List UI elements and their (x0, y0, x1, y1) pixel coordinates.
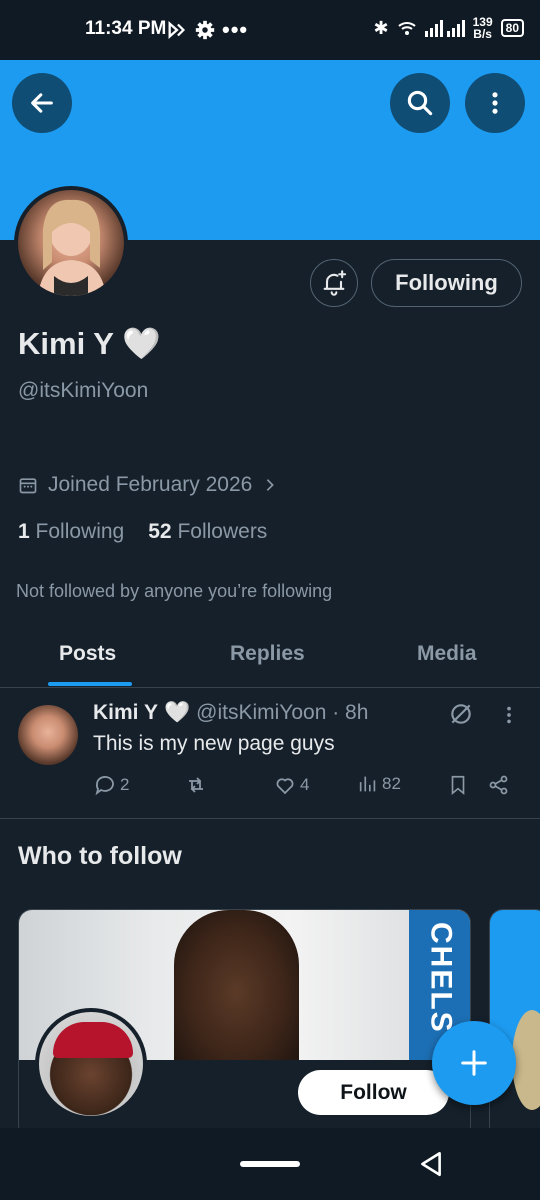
following-count: 1 (18, 520, 30, 543)
follow-counts: 1 Following 52 Followers (18, 520, 267, 544)
search-icon (407, 90, 433, 116)
post-actions: 2 4 82 (93, 773, 523, 801)
profile-avatar[interactable] (14, 186, 128, 300)
battery-indicator: 80 (500, 19, 524, 37)
status-bar: 11:34 PM ••• ✱ 139 B/s 80 (0, 0, 540, 60)
reply-icon (95, 776, 114, 796)
compose-post-button[interactable] (432, 1021, 516, 1105)
reply-button[interactable]: 2 (93, 773, 129, 797)
wifi-icon (397, 22, 416, 35)
share-icon (489, 775, 508, 795)
bell-plus-icon (323, 270, 347, 296)
heart-badge-icon: 🤍 (121, 326, 161, 361)
display-name-text: Kimi Y (18, 326, 114, 361)
post-author-name[interactable]: Kimi Y (93, 701, 158, 725)
suggestion-avatar[interactable] (35, 1008, 147, 1120)
profile-handle: @itsKimiYoon (18, 379, 149, 402)
share-button[interactable] (487, 773, 511, 797)
more-options-button[interactable] (465, 73, 525, 133)
analytics-icon (359, 776, 376, 792)
plus-icon (461, 1050, 487, 1076)
mutual-followers-note: Not followed by anyone you’re following (16, 581, 333, 601)
post-header: Kimi Y 🤍 @itsKimiYoon · 8h (93, 701, 368, 725)
settings-gear-icon (195, 20, 215, 40)
more-vertical-icon (492, 92, 498, 114)
display-name: Kimi Y 🤍 (18, 325, 161, 362)
post-author-avatar[interactable] (18, 705, 78, 765)
cast-icon (168, 21, 186, 39)
followers-count-link[interactable]: 52 Followers (148, 520, 267, 544)
following-label: Following (35, 520, 125, 543)
views-button[interactable]: 82 (357, 773, 401, 795)
search-button[interactable] (390, 73, 450, 133)
notifications-toggle-button[interactable] (310, 259, 358, 307)
following-count-link[interactable]: 1 Following (18, 520, 124, 544)
tab-posts[interactable]: Posts (59, 642, 116, 666)
grok-icon[interactable] (448, 701, 474, 727)
joined-date[interactable]: Joined February 2026 (18, 473, 278, 497)
profile-tabs: Posts Replies Media (0, 630, 540, 688)
post-handle-time: @itsKimiYoon · 8h (196, 701, 369, 724)
avatar-photo (38, 199, 106, 296)
bluetooth-icon: ✱ (373, 17, 389, 38)
system-icons: ✱ 139 B/s 80 (374, 16, 524, 40)
back-button[interactable] (12, 73, 72, 133)
followers-label: Followers (177, 520, 268, 543)
follow-button[interactable]: Follow (298, 1070, 449, 1115)
bookmark-button[interactable] (447, 773, 469, 797)
system-back-icon[interactable] (418, 1150, 444, 1178)
followers-count: 52 (148, 520, 172, 543)
post-more-icon[interactable] (498, 703, 520, 727)
bookmark-icon (451, 775, 465, 796)
tab-media[interactable]: Media (417, 642, 477, 666)
cap-graphic (53, 1022, 133, 1058)
arrow-left-icon (31, 93, 53, 113)
post-item[interactable]: Kimi Y 🤍 @itsKimiYoon · 8h This is my ne… (0, 689, 540, 819)
like-count: 4 (300, 775, 310, 794)
system-navigation-bar (0, 1128, 540, 1200)
suggestion-banner-photo (174, 910, 299, 1060)
repost-icon (189, 777, 203, 793)
chevron-right-icon (267, 479, 275, 491)
clock: 11:34 PM (85, 18, 167, 39)
post-text: This is my new page guys (93, 732, 335, 755)
active-tab-indicator (48, 682, 132, 686)
joined-text: Joined February 2026 (48, 473, 253, 496)
heart-icon (276, 778, 294, 795)
following-button[interactable]: Following (371, 259, 522, 307)
repost-button[interactable] (183, 773, 212, 797)
calendar-icon (19, 478, 37, 494)
signal-icon (424, 20, 465, 37)
network-speed: 139 B/s (473, 16, 493, 40)
network-speed-unit: B/s (473, 27, 492, 41)
tab-replies[interactable]: Replies (230, 642, 305, 666)
who-to-follow-title: Who to follow (18, 842, 182, 870)
more-notifications-icon: ••• (222, 17, 249, 42)
notification-icons: ••• (166, 17, 248, 43)
view-count: 82 (382, 774, 401, 793)
home-pill[interactable] (240, 1161, 300, 1167)
like-button[interactable]: 4 (273, 773, 309, 797)
heart-badge-icon: 🤍 (163, 701, 191, 724)
reply-count: 2 (120, 775, 130, 794)
